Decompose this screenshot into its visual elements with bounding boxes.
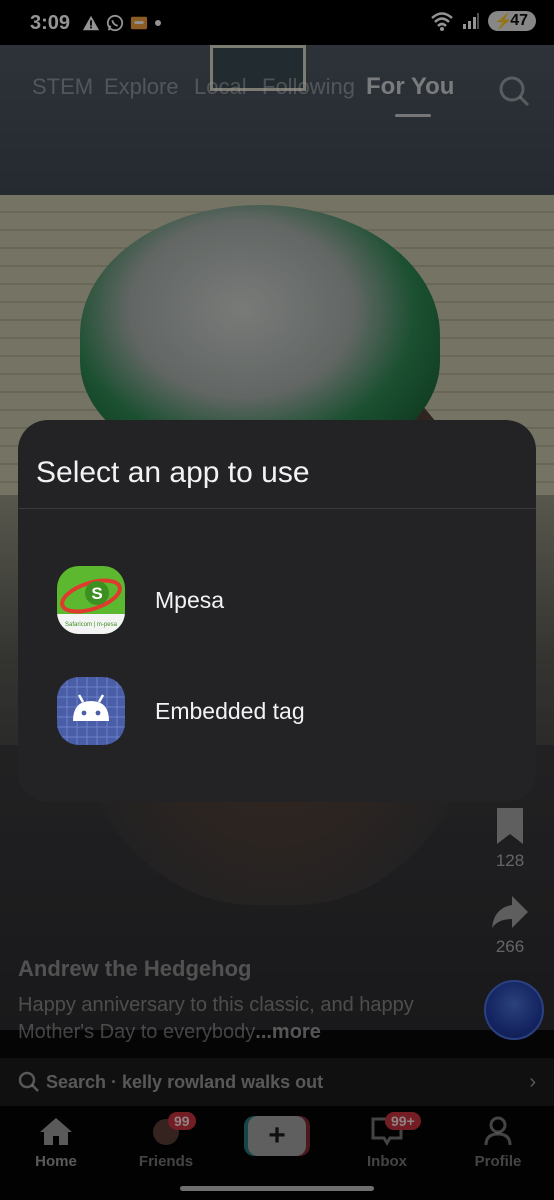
mpesa-app-icon: S Safaricom | m-pesa bbox=[57, 566, 125, 634]
app-chooser-dialog: Select an app to use S Safaricom | m-pes… bbox=[18, 420, 536, 802]
android-app-icon bbox=[57, 677, 125, 745]
app-option-embedded-tag[interactable]: Embedded tag bbox=[18, 666, 536, 756]
dialog-divider bbox=[18, 508, 536, 509]
mpesa-icon-text: Safaricom | m-pesa bbox=[65, 622, 118, 628]
app-label-embedded-tag: Embedded tag bbox=[155, 698, 305, 724]
app-label-mpesa: Mpesa bbox=[155, 587, 225, 613]
dialog-title: Select an app to use bbox=[36, 456, 310, 489]
app-option-mpesa[interactable]: S Safaricom | m-pesa Mpesa bbox=[18, 555, 536, 645]
mpesa-icon-letter: S bbox=[91, 584, 102, 603]
